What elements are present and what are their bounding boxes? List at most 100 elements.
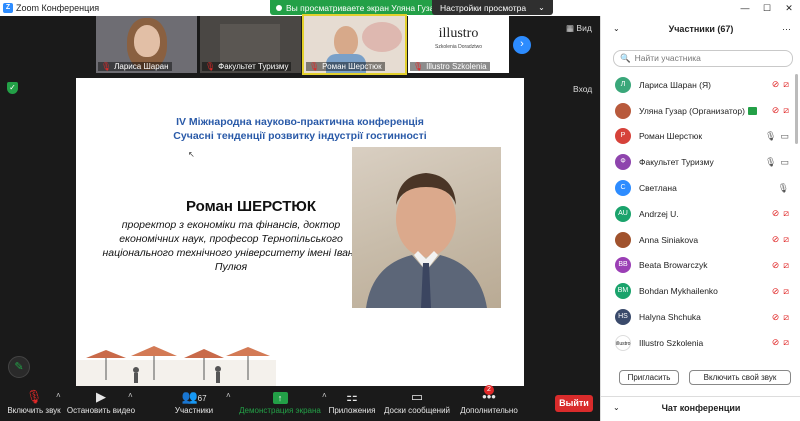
annotate-pencil-icon[interactable]: ✎ <box>8 356 30 378</box>
avatar: AU <box>615 205 631 222</box>
participant-name-text: Светлана <box>639 183 677 194</box>
share-screen-icon: ↑ <box>272 392 288 404</box>
more-dots-icon: ••• 2 <box>482 385 496 404</box>
mouse-cursor-icon: ↖ <box>188 150 195 159</box>
mic-muted-icon: 🎙 <box>25 389 43 404</box>
share-screen-button[interactable]: ↑ Демонстрация экрана <box>238 388 322 415</box>
video-tile-label: 🎙 Роман Шерстюк <box>306 62 385 71</box>
avatar: С <box>615 180 631 197</box>
participant-row[interactable]: Р Роман Шерстюк 🎙 ▭ <box>601 124 800 150</box>
mic-off-icon: ⊘ <box>771 105 780 116</box>
avatar: HS <box>615 309 631 326</box>
more-button[interactable]: ••• 2 Дополнительно <box>458 385 520 415</box>
participant-status-icons: ⊘ ⧄ <box>772 227 789 253</box>
avatar <box>615 102 631 119</box>
participant-name: Illustro Szkolenia <box>639 338 703 348</box>
participant-status-icons: 🎙 ▭ <box>765 149 789 175</box>
participant-status-icons: ⊘ ⧄ <box>772 72 789 98</box>
participant-name: Anna Siniakova <box>639 235 698 245</box>
mic-off-icon: ⊘ <box>771 285 780 296</box>
video-tile-4[interactable]: illustro Szkolenia Doradztwo 🎙 Illustro S… <box>408 16 509 73</box>
mic-off-icon: ⊘ <box>771 259 780 270</box>
next-page-button[interactable]: › <box>513 36 531 54</box>
whiteboards-button[interactable]: ▭ Доски сообщений <box>382 388 452 415</box>
participant-row[interactable]: Л Лариса Шаран (Я) ⊘ ⧄ <box>601 72 800 98</box>
participant-name-text: Факультет Туризму <box>639 157 714 168</box>
participant-face <box>334 26 358 56</box>
speaker-portrait-image <box>366 173 487 308</box>
apps-button[interactable]: ⚏ Приложения <box>326 388 378 415</box>
video-icon: ▭ <box>780 130 789 141</box>
security-shield-icon[interactable]: ✓ <box>7 82 18 94</box>
sharing-dot-icon <box>276 4 282 11</box>
collapse-chevron-icon[interactable]: ⌄ <box>613 16 620 42</box>
participant-status-icons: 🎙 ▭ <box>765 124 789 150</box>
video-tile-1[interactable]: 🎙 Лариса Шаран <box>96 16 197 73</box>
participant-name-text: Уляна Гузар (Организатор) <box>639 105 745 116</box>
stop-video-button[interactable]: ▶ Остановить видео <box>66 388 136 415</box>
participant-row[interactable]: illustro Illustro Szkolenia ⊘ ⧄ <box>601 330 800 356</box>
participant-list-scrollbar[interactable] <box>795 74 798 144</box>
notification-badge: 2 <box>484 385 494 395</box>
participant-face <box>134 25 160 57</box>
participant-row[interactable]: С Светлана 🎙 <box>601 175 800 201</box>
apps-icon: ⚏ <box>346 389 358 404</box>
mic-off-icon: ⊘ <box>771 337 780 348</box>
video-tile-2[interactable]: 🎙 Факультет Туризму <box>200 16 301 73</box>
participants-button[interactable]: 👥67 Участники <box>172 388 216 415</box>
panel-more-icon[interactable]: ··· <box>782 16 791 42</box>
view-toggle[interactable]: ▦ Вид <box>566 23 592 34</box>
avatar <box>615 231 631 248</box>
participant-status-icons: ⊘ ⧄ <box>772 201 789 227</box>
video-off-icon: ⧄ <box>783 79 789 90</box>
invite-button[interactable]: Пригласить <box>619 370 679 385</box>
participant-name: Andrzej U. <box>639 209 679 219</box>
minimize-button[interactable]: — <box>734 0 756 16</box>
participant-status-icons: ⊘ ⧄ <box>772 278 789 304</box>
participant-row[interactable]: BB Beata Browarczyk ⊘ ⧄ <box>601 253 800 279</box>
illustro-logo: illustro <box>438 26 479 41</box>
avatar: BB <box>615 257 631 274</box>
mic-icon: 🎙 <box>765 156 777 167</box>
participant-search-input[interactable]: 🔍 Найти участника <box>613 50 793 67</box>
close-button[interactable]: ✕ <box>778 0 800 16</box>
view-options-button[interactable]: Настройки просмотра ⌄ <box>432 0 553 15</box>
share-banner: Вы просматриваете экран Уляна Гузар <box>270 0 446 15</box>
audio-options-chevron[interactable]: ˄ <box>56 391 61 400</box>
room-background <box>220 24 280 64</box>
chat-panel-header[interactable]: ⌄ Чат конференции <box>601 396 800 418</box>
conference-title-line2: Сучасні тенденції розвитку індустрії гос… <box>173 130 427 142</box>
share-banner-text: Вы просматриваете экран Уляна Гузар <box>286 2 440 13</box>
participant-row[interactable]: HS Halyna Shchuka ⊘ ⧄ <box>601 304 800 330</box>
conference-title-line1: IV Міжнародна науково-практична конферен… <box>176 116 424 128</box>
collapse-chevron-icon[interactable]: ⌄ <box>613 397 620 419</box>
leave-button[interactable]: Выйти <box>555 395 593 412</box>
participant-row[interactable]: Ф Факультет Туризму 🎙 ▭ <box>601 149 800 175</box>
title-bar: Z Zoom Конференция Вы просматриваете экр… <box>0 0 800 16</box>
mic-off-icon: 🎙 <box>205 62 216 71</box>
unmute-button[interactable]: 🎙 Включить звук <box>6 388 62 415</box>
participants-panel-header: ⌄ Участники (67) ··· <box>601 16 800 42</box>
participant-name-text: Beata Browarczyk <box>639 260 708 271</box>
participant-row[interactable]: AU Andrzej U. ⊘ ⧄ <box>601 201 800 227</box>
video-off-icon: ⧄ <box>783 208 789 219</box>
enter-label[interactable]: Вход <box>573 84 592 94</box>
participants-options-chevron[interactable]: ˄ <box>226 391 231 400</box>
participant-row[interactable]: Anna Siniakova ⊘ ⧄ <box>601 227 800 253</box>
participant-name: Beata Browarczyk <box>639 260 708 270</box>
participant-name: Halyna Shchuka <box>639 312 701 322</box>
participant-row[interactable]: BM Bohdan Mykhailenko ⊘ ⧄ <box>601 278 800 304</box>
participant-row[interactable]: Уляна Гузар (Организатор) ⊘ ⧄ <box>601 98 800 124</box>
avatar: illustro <box>615 334 631 351</box>
video-tile-3[interactable]: 🎙 Роман Шерстюк <box>302 14 407 75</box>
chevron-down-icon: ⌄ <box>538 3 545 12</box>
maximize-button[interactable]: ☐ <box>756 0 778 16</box>
sharing-indicator-icon <box>747 107 757 116</box>
unmute-me-button[interactable]: Включить свой звук <box>689 370 791 385</box>
video-off-icon: ⧄ <box>783 105 789 116</box>
speaker-role: проректор з економіки та фінансів, докто… <box>102 219 360 273</box>
zoom-app-icon: Z <box>3 3 13 13</box>
video-options-chevron[interactable]: ˄ <box>128 391 133 400</box>
participant-name: Уляна Гузар (Организатор) <box>639 106 757 116</box>
avatar: Л <box>615 76 631 93</box>
